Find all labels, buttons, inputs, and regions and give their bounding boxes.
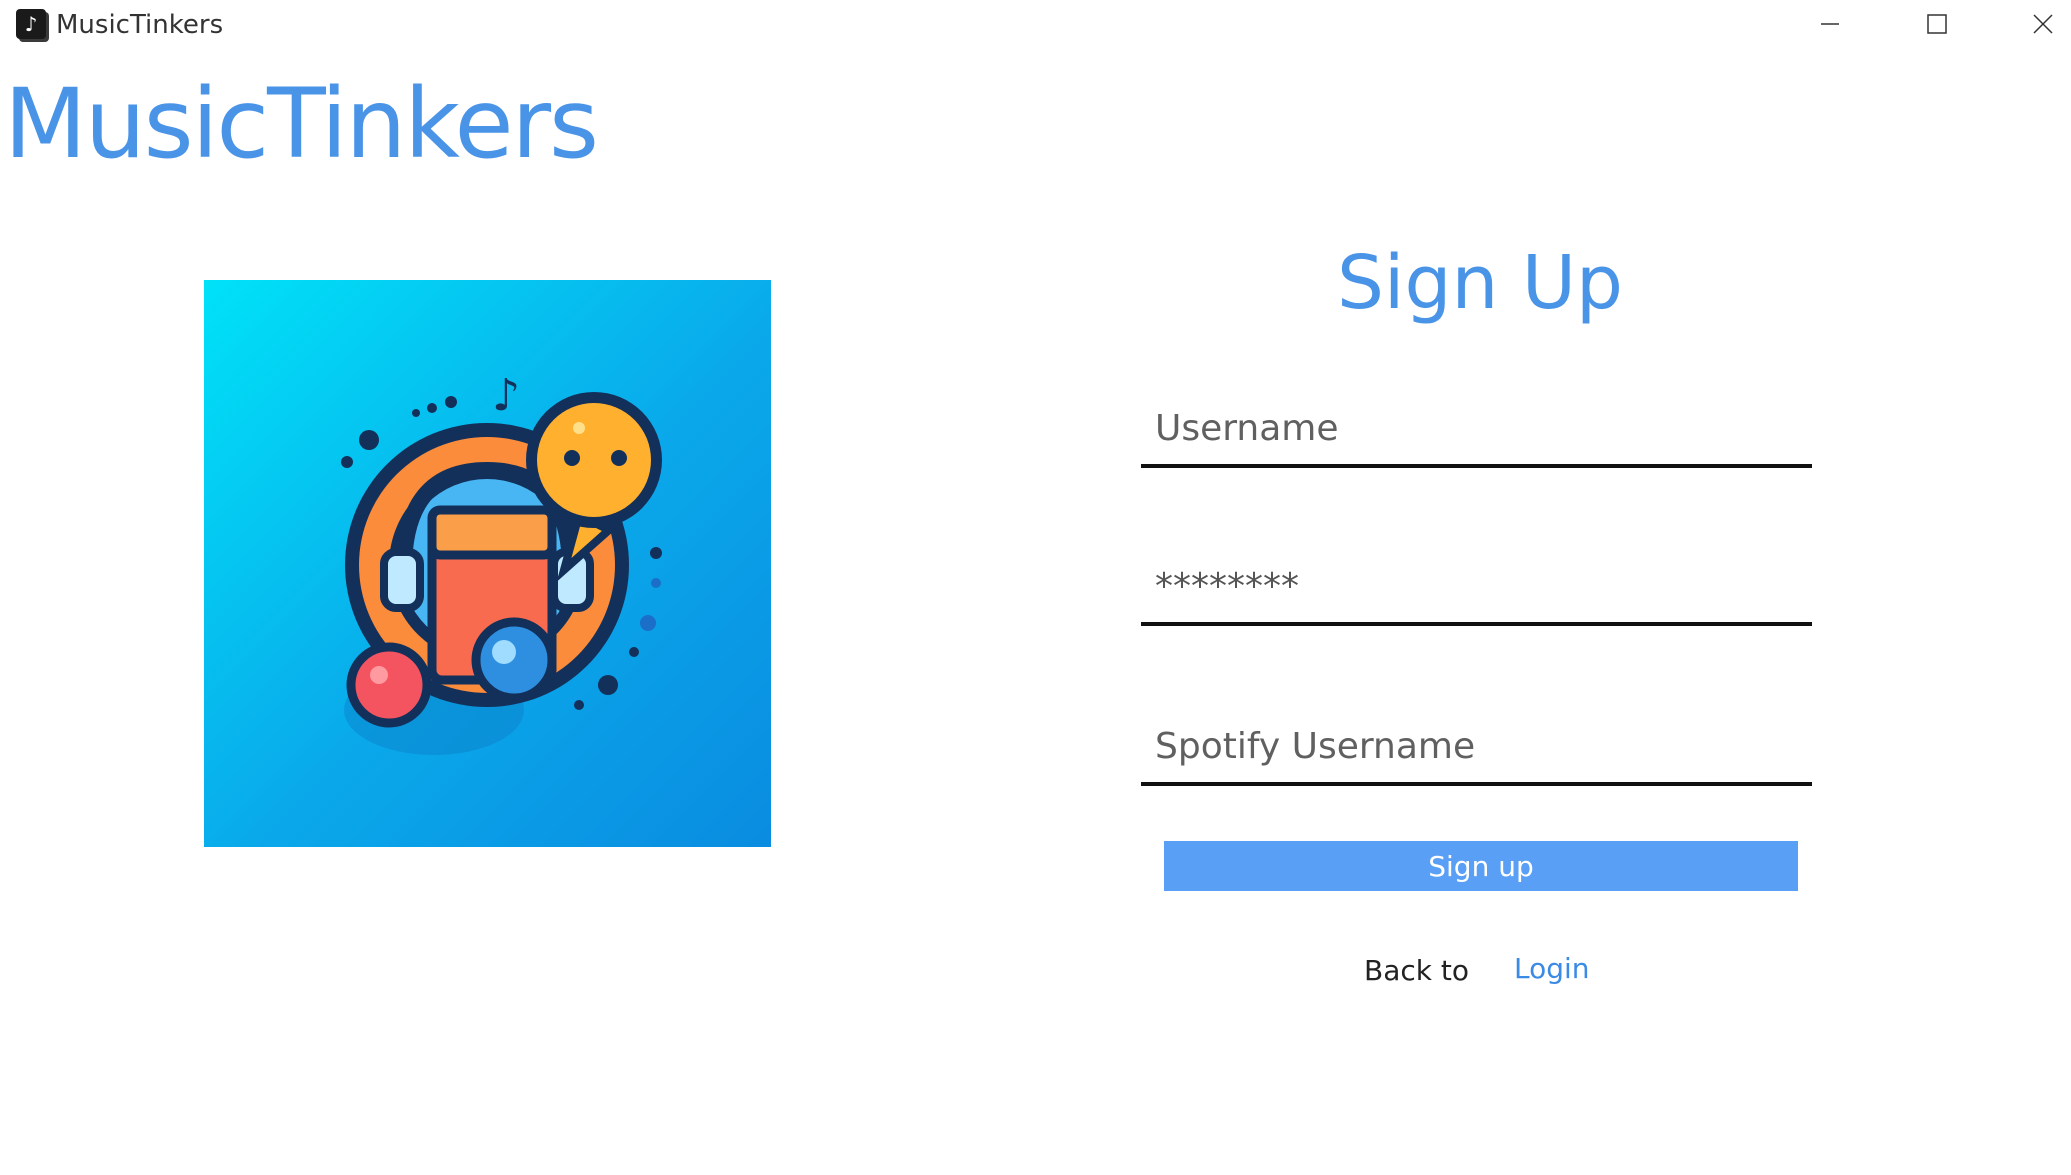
spotify-username-field [1141, 710, 1812, 786]
sign-up-button[interactable]: Sign up [1164, 841, 1798, 891]
username-field [1141, 392, 1812, 468]
svg-text:♪: ♪ [492, 370, 520, 421]
minimize-icon [1821, 23, 1839, 25]
brand-title: MusicTinkers [4, 68, 599, 180]
password-input[interactable] [1155, 556, 1795, 616]
form-title: Sign Up [1336, 240, 1624, 326]
close-icon [2033, 14, 2053, 34]
spotify-username-input[interactable] [1155, 716, 1795, 776]
music-chat-logo: ♪ [341, 370, 662, 755]
maximize-icon [1927, 14, 1947, 34]
username-input[interactable] [1155, 398, 1795, 458]
login-link[interactable]: Login [1514, 952, 1590, 985]
app-window: ♪ MusicTinkers MusicTinkers ♪ Sign Up Us… [0, 0, 2071, 1175]
password-field [1141, 550, 1812, 626]
maximize-button[interactable] [1897, 0, 1977, 48]
title-bar[interactable]: ♪ MusicTinkers [0, 0, 2071, 52]
logo-image: ♪ [204, 280, 771, 847]
window-title: MusicTinkers [56, 10, 224, 40]
minimize-button[interactable] [1790, 0, 1870, 48]
close-button[interactable] [2003, 0, 2071, 48]
back-to-label: Back to [1364, 954, 1469, 987]
music-note-icon: ♪ [16, 9, 46, 39]
